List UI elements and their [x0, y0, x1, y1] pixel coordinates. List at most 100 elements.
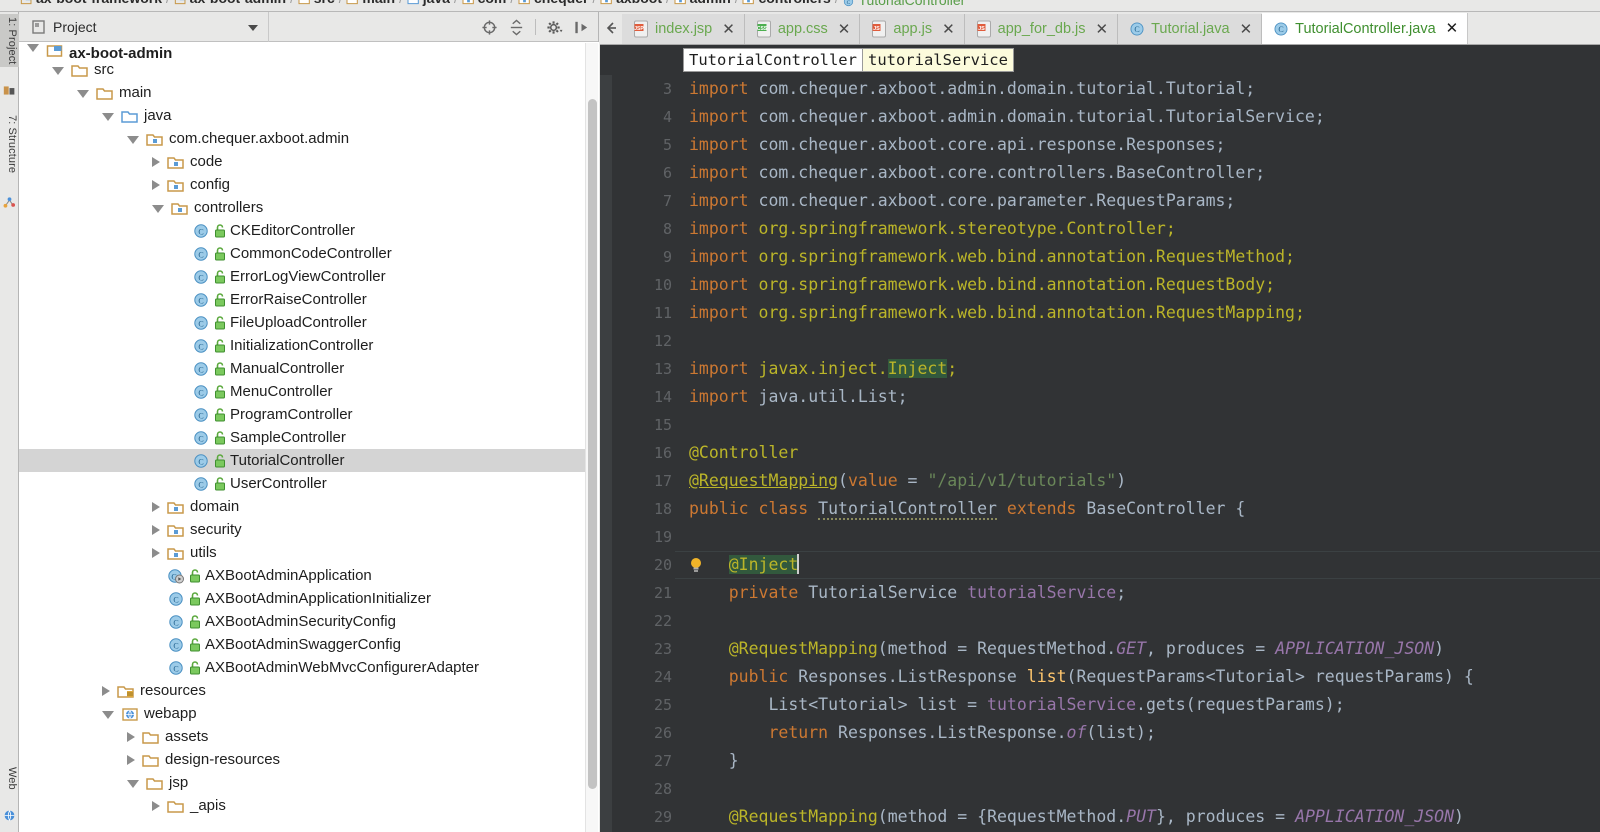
code-line[interactable]: import com.chequer.axboot.core.parameter… — [689, 187, 1235, 215]
tree-item[interactable]: C ManualController — [19, 357, 599, 380]
editor-tab[interactable]: CSS app.css ✕ — [744, 14, 861, 44]
tree-item[interactable]: C ErrorRaiseController — [19, 288, 599, 311]
tree-item[interactable]: C CKEditorController — [19, 219, 599, 242]
tree-expand-arrow[interactable] — [52, 66, 64, 75]
toolwindow-tab-web[interactable]: Web — [0, 764, 19, 793]
close-icon[interactable]: ✕ — [1096, 22, 1109, 37]
code-line[interactable]: @Controller — [689, 439, 798, 467]
breadcrumb-item[interactable]: src/ — [298, 0, 347, 11]
close-icon[interactable]: ✕ — [1240, 22, 1253, 37]
tree-collapse-arrow[interactable] — [152, 179, 160, 190]
tree-collapse-arrow[interactable] — [152, 800, 160, 811]
tree-item[interactable]: C AXBootAdminApplication — [19, 564, 599, 587]
code-text[interactable]: import com.chequer.axboot.admin.domain.t… — [675, 75, 1600, 832]
tree-collapse-arrow[interactable] — [152, 156, 160, 167]
tree-item[interactable]: code — [19, 150, 599, 173]
code-editor[interactable]: TutorialController tutorialService 3 4 5 6 7 8… — [600, 45, 1600, 832]
tree-item[interactable]: C CommonCodeController — [19, 242, 599, 265]
editor-tab-active[interactable]: C TutorialController.java ✕ — [1262, 13, 1469, 44]
code-line[interactable]: import com.chequer.axboot.admin.domain.t… — [689, 103, 1325, 131]
code-line[interactable]: @RequestMapping(method = RequestMethod.G… — [689, 635, 1444, 663]
code-line[interactable]: return Responses.ListResponse.of(list); — [689, 719, 1155, 747]
breadcrumb-item[interactable]: main/ — [346, 0, 406, 11]
code-line[interactable]: import org.springframework.web.bind.anno… — [689, 243, 1295, 271]
editor-tab[interactable]: JS app.js ✕ — [860, 14, 965, 44]
code-line[interactable]: } — [689, 747, 739, 775]
scrollbar-thumb[interactable] — [588, 99, 597, 789]
tree-expand-arrow[interactable] — [102, 112, 114, 121]
tree-item[interactable]: _apis — [19, 794, 599, 817]
tree-item[interactable]: C InitializationController — [19, 334, 599, 357]
tree-item[interactable]: security — [19, 518, 599, 541]
editor-tab[interactable]: JS app_for_db.js ✕ — [964, 14, 1119, 44]
tree-item[interactable]: C ErrorLogViewController — [19, 265, 599, 288]
tree-expand-arrow[interactable] — [127, 135, 139, 144]
tree-collapse-arrow[interactable] — [152, 501, 160, 512]
close-icon[interactable]: ✕ — [1446, 21, 1459, 36]
tree-collapse-arrow[interactable] — [152, 547, 160, 558]
breadcrumb-item[interactable]: ax-boot-admin/ — [174, 0, 298, 11]
breadcrumb-item[interactable]: java/ — [407, 0, 462, 11]
tree-item[interactable]: ax-boot-admin — [19, 42, 599, 58]
tree-item[interactable]: com.chequer.axboot.admin — [19, 127, 599, 150]
tree-item[interactable]: utils — [19, 541, 599, 564]
code-line[interactable]: import com.chequer.axboot.admin.domain.t… — [689, 75, 1255, 103]
breadcrumb-item[interactable]: com/ — [462, 0, 518, 11]
structure-breadcrumb-item[interactable]: tutorialService — [862, 48, 1014, 72]
code-line[interactable]: import org.springframework.web.bind.anno… — [689, 299, 1305, 327]
code-line[interactable]: private TutorialService tutorialService; — [689, 579, 1126, 607]
close-icon[interactable]: ✕ — [722, 22, 735, 37]
breadcrumb-item[interactable]: axboot/ — [600, 0, 674, 11]
tree-item[interactable]: C AXBootAdminSecurityConfig — [19, 610, 599, 633]
project-tree-scrollbar[interactable] — [585, 43, 598, 832]
project-panel-selector[interactable]: Project — [19, 11, 269, 42]
breadcrumb-item[interactable]: admin/ — [674, 0, 743, 11]
tree-collapse-arrow[interactable] — [127, 731, 135, 742]
tree-collapse-arrow[interactable] — [152, 524, 160, 535]
code-line[interactable]: import javax.inject.Inject; — [689, 355, 957, 383]
tree-item[interactable]: C SampleController — [19, 426, 599, 449]
tree-item[interactable]: config — [19, 173, 599, 196]
code-line[interactable]: import java.util.List; — [689, 383, 908, 411]
tree-item[interactable]: main — [19, 81, 599, 104]
tree-expand-arrow[interactable] — [102, 710, 114, 719]
tree-collapse-arrow[interactable] — [127, 754, 135, 765]
editor-gutter[interactable]: 3 4 5 6 7 8 9 10 11 12 13 14 15 16 17 18 19 20 21 22 23 24 25 2… — [612, 75, 686, 832]
tree-item-selected[interactable]: C TutorialController — [19, 449, 591, 472]
structure-breadcrumb-item[interactable]: TutorialController — [683, 48, 863, 72]
editor-tab[interactable]: C Tutorial.java ✕ — [1118, 14, 1263, 44]
code-line[interactable]: import com.chequer.axboot.core.controlle… — [689, 159, 1265, 187]
toolwindow-tab-project[interactable]: 1: Project — [0, 14, 19, 68]
tree-expand-arrow[interactable] — [77, 89, 89, 98]
breadcrumb-item[interactable]: controllers/ — [742, 0, 842, 11]
tree-item[interactable]: C AXBootAdminWebMvcConfigurerAdapter — [19, 656, 599, 679]
close-icon[interactable]: ✕ — [838, 22, 851, 37]
scroll-from-source-icon[interactable] — [481, 19, 498, 36]
breadcrumb-item[interactable]: ax-boot-framework/ — [20, 0, 174, 11]
hide-icon[interactable] — [573, 19, 590, 36]
code-line[interactable]: public class TutorialController extends … — [689, 495, 1245, 523]
tree-item[interactable]: C MenuController — [19, 380, 599, 403]
tree-collapse-arrow[interactable] — [102, 685, 110, 696]
breadcrumb-item[interactable]: C TutorialController — [842, 0, 965, 11]
toolwindow-tab-structure[interactable]: 7: Structure — [0, 112, 19, 176]
tree-item[interactable]: C ProgramController — [19, 403, 599, 426]
tree-item[interactable]: webapp — [19, 702, 599, 725]
tree-item[interactable]: C FileUploadController — [19, 311, 599, 334]
close-icon[interactable]: ✕ — [942, 22, 955, 37]
code-line[interactable]: import org.springframework.web.bind.anno… — [689, 271, 1275, 299]
tree-item[interactable]: design-resources — [19, 748, 599, 771]
project-tree[interactable]: ax-boot-admin src main java com.chequer.axbo… — [19, 42, 599, 832]
collapse-all-icon[interactable] — [508, 18, 525, 36]
code-line[interactable]: List<Tutorial> list = tutorialService.ge… — [689, 691, 1344, 719]
tree-item[interactable]: assets — [19, 725, 599, 748]
code-line[interactable]: @RequestMapping(value = "/api/v1/tutoria… — [689, 467, 1126, 495]
code-line[interactable]: import org.springframework.stereotype.Co… — [689, 215, 1176, 243]
gear-icon[interactable] — [546, 19, 563, 36]
tree-item[interactable]: jsp — [19, 771, 599, 794]
code-line[interactable]: @RequestMapping(method = {RequestMethod.… — [689, 803, 1464, 831]
tab-scroll-left-icon[interactable] — [600, 11, 622, 44]
tree-expand-arrow[interactable] — [127, 779, 139, 788]
tree-item[interactable]: java — [19, 104, 599, 127]
tree-item[interactable]: domain — [19, 495, 599, 518]
